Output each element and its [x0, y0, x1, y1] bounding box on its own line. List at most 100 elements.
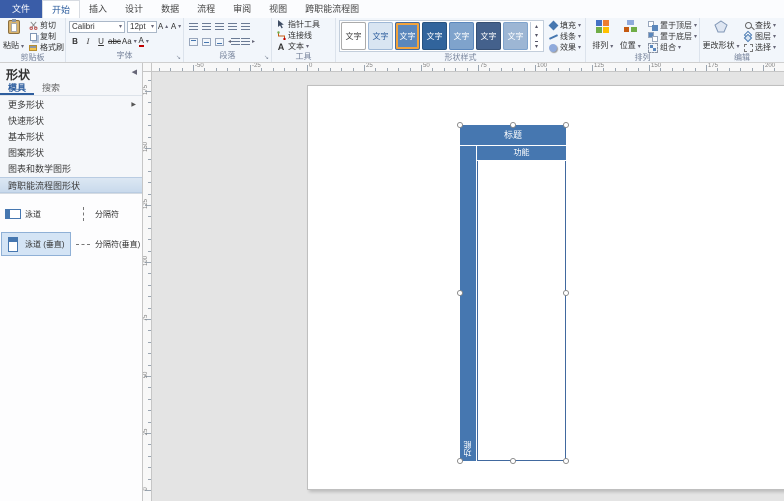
swimlane-shape[interactable]: 标题 功能 功能	[460, 125, 566, 461]
connector-tool-button[interactable]: 连接线	[275, 30, 312, 41]
grow-font-button[interactable]: A▴	[157, 21, 169, 33]
cut-icon	[27, 21, 39, 30]
dropdown-arrow-icon: ▾	[578, 44, 581, 51]
format-painter-button[interactable]: 格式刷	[27, 42, 64, 53]
font-size-combo[interactable]: 12pt▾	[127, 21, 157, 33]
underline-button[interactable]: U	[95, 36, 107, 48]
align-button[interactable]: 排列▾	[589, 20, 616, 52]
find-icon	[742, 22, 754, 29]
swimlane-lane-header[interactable]: 功能	[477, 146, 566, 160]
copy-button[interactable]: 复制	[27, 31, 64, 42]
tab-cross-functional-flowchart[interactable]: 跨职能流程图	[296, 0, 368, 18]
change-shape-button[interactable]: 更改形状▾	[703, 20, 739, 52]
selection-handle[interactable]	[563, 458, 569, 464]
category-basic-shapes[interactable]: 基本形状	[0, 129, 142, 145]
align-right-button[interactable]	[226, 21, 238, 33]
visio-window: 文件 开始 插入 设计 数据 流程 审阅 视图 跨职能流程图 粘贴▾ 剪切	[0, 0, 784, 501]
shape-style-swatch[interactable]: 文字	[422, 22, 447, 50]
align-left-button[interactable]	[200, 21, 212, 33]
tab-stencils[interactable]: 模具	[0, 81, 34, 95]
cut-button[interactable]: 剪切	[27, 20, 64, 31]
shrink-font-button[interactable]: A▾	[170, 21, 182, 33]
category-cross-functional-flowchart-shapes[interactable]: 跨职能流程图形状	[0, 177, 142, 193]
drawing-canvas[interactable]: 标题 功能 功能	[152, 72, 784, 501]
selection-handle[interactable]	[563, 122, 569, 128]
find-button[interactable]: 查找▾	[742, 20, 776, 31]
gallery-scroll-up-icon[interactable]: ▴	[531, 22, 542, 31]
shape-style-swatch[interactable]: 文字	[368, 22, 393, 50]
group-button[interactable]: 组合▾	[647, 42, 697, 53]
bullets-button[interactable]	[187, 21, 199, 33]
align-bottom-button[interactable]	[213, 36, 225, 48]
paragraph-dialog-launcher[interactable]: ↘	[264, 54, 269, 61]
gallery-scroll-down-icon[interactable]: ▾	[531, 31, 542, 40]
increase-indent-button[interactable]: ▸	[241, 36, 255, 48]
dropdown-arrow-icon: ▾	[610, 44, 613, 50]
swimlane-title-bar[interactable]: 标题	[460, 125, 566, 145]
align-top-button[interactable]	[187, 36, 199, 48]
tab-design[interactable]: 设计	[116, 0, 152, 18]
shape-style-swatch[interactable]: 文字	[449, 22, 474, 50]
layers-button[interactable]: 图层▾	[742, 31, 776, 42]
justify-button[interactable]	[239, 21, 251, 33]
shape-style-swatch[interactable]: 文字	[503, 22, 528, 50]
change-case-button[interactable]: Aa▾	[122, 36, 137, 48]
tab-review[interactable]: 审阅	[224, 0, 260, 18]
font-family-combo[interactable]: Calibri▾	[69, 21, 125, 33]
bold-button[interactable]: B	[69, 36, 81, 48]
stencil-shape-separator-vertical[interactable]: 分隔符(垂直)	[71, 232, 141, 256]
select-button[interactable]: 选择▾	[742, 42, 776, 53]
swimlane-lane-body[interactable]	[477, 161, 566, 461]
decrease-indent-button[interactable]: ◂	[226, 36, 240, 48]
ribbon-group-tools: 指针工具 连接线 A 文本▾ 工具	[272, 18, 336, 62]
font-color-button[interactable]: A▾	[138, 36, 150, 48]
tab-insert[interactable]: 插入	[80, 0, 116, 18]
fill-button[interactable]: 填充▾	[547, 20, 581, 31]
shape-style-swatch[interactable]: 文字	[341, 22, 366, 50]
effects-button[interactable]: 效果▾	[547, 42, 581, 53]
drawing-page[interactable]: 标题 功能 功能	[307, 85, 784, 490]
send-to-back-button[interactable]: 置于底层▾	[647, 31, 697, 42]
tab-home[interactable]: 开始	[42, 0, 80, 18]
category-more-shapes[interactable]: 更多形状▶	[0, 97, 142, 113]
selection-handle[interactable]	[457, 290, 463, 296]
tab-process[interactable]: 流程	[188, 0, 224, 18]
line-button[interactable]: 线条▾	[547, 31, 581, 42]
swimlane-side-band[interactable]: 功能	[460, 146, 476, 461]
tab-search[interactable]: 搜索	[34, 81, 68, 95]
selection-handle[interactable]	[563, 290, 569, 296]
stencil-shape-swimlane-vertical[interactable]: 泳道 (垂直)	[1, 232, 71, 256]
align-center-button[interactable]	[213, 21, 225, 33]
gallery-more-icon[interactable]: ▾	[531, 41, 542, 50]
position-button[interactable]: 位置▾	[616, 20, 643, 52]
selection-handle[interactable]	[457, 122, 463, 128]
ribbon: 粘贴▾ 剪切 复制 格式刷 剪贴板	[0, 18, 784, 63]
category-pattern-shapes[interactable]: 图案形状	[0, 145, 142, 161]
swimlane-icon	[3, 209, 23, 219]
selection-handle[interactable]	[457, 458, 463, 464]
strikethrough-button[interactable]: abc	[108, 36, 121, 48]
shape-style-swatch[interactable]: 文字	[476, 22, 501, 50]
dropdown-arrow-icon: ▾	[151, 23, 154, 30]
align-middle-button[interactable]	[200, 36, 212, 48]
selection-handle[interactable]	[510, 458, 516, 464]
stencil-shape-swimlane[interactable]: 泳道	[1, 202, 71, 226]
category-charting-math-shapes[interactable]: 图表和数学图形	[0, 161, 142, 177]
dropdown-arrow-icon: ▾	[119, 23, 122, 30]
align-grid-icon	[596, 20, 609, 35]
bullets-icon	[189, 23, 198, 30]
category-quick-shapes[interactable]: 快速形状	[0, 113, 142, 129]
shape-style-swatch[interactable]: 文字	[395, 22, 420, 50]
stencil-shape-separator[interactable]: 分隔符	[71, 202, 141, 226]
collapse-panel-icon[interactable]: ◀	[132, 68, 137, 76]
selection-handle[interactable]	[510, 122, 516, 128]
italic-button[interactable]: I	[82, 36, 94, 48]
tab-data[interactable]: 数据	[152, 0, 188, 18]
font-dialog-launcher[interactable]: ↘	[176, 54, 181, 61]
paste-button[interactable]: 粘贴▾	[3, 20, 24, 52]
text-tool-button[interactable]: A 文本▾	[275, 41, 309, 52]
bring-to-front-button[interactable]: 置于顶层▾	[647, 20, 697, 31]
tab-view[interactable]: 视图	[260, 0, 296, 18]
tab-file[interactable]: 文件	[0, 0, 42, 18]
pointer-tool-button[interactable]: 指针工具	[275, 19, 320, 30]
